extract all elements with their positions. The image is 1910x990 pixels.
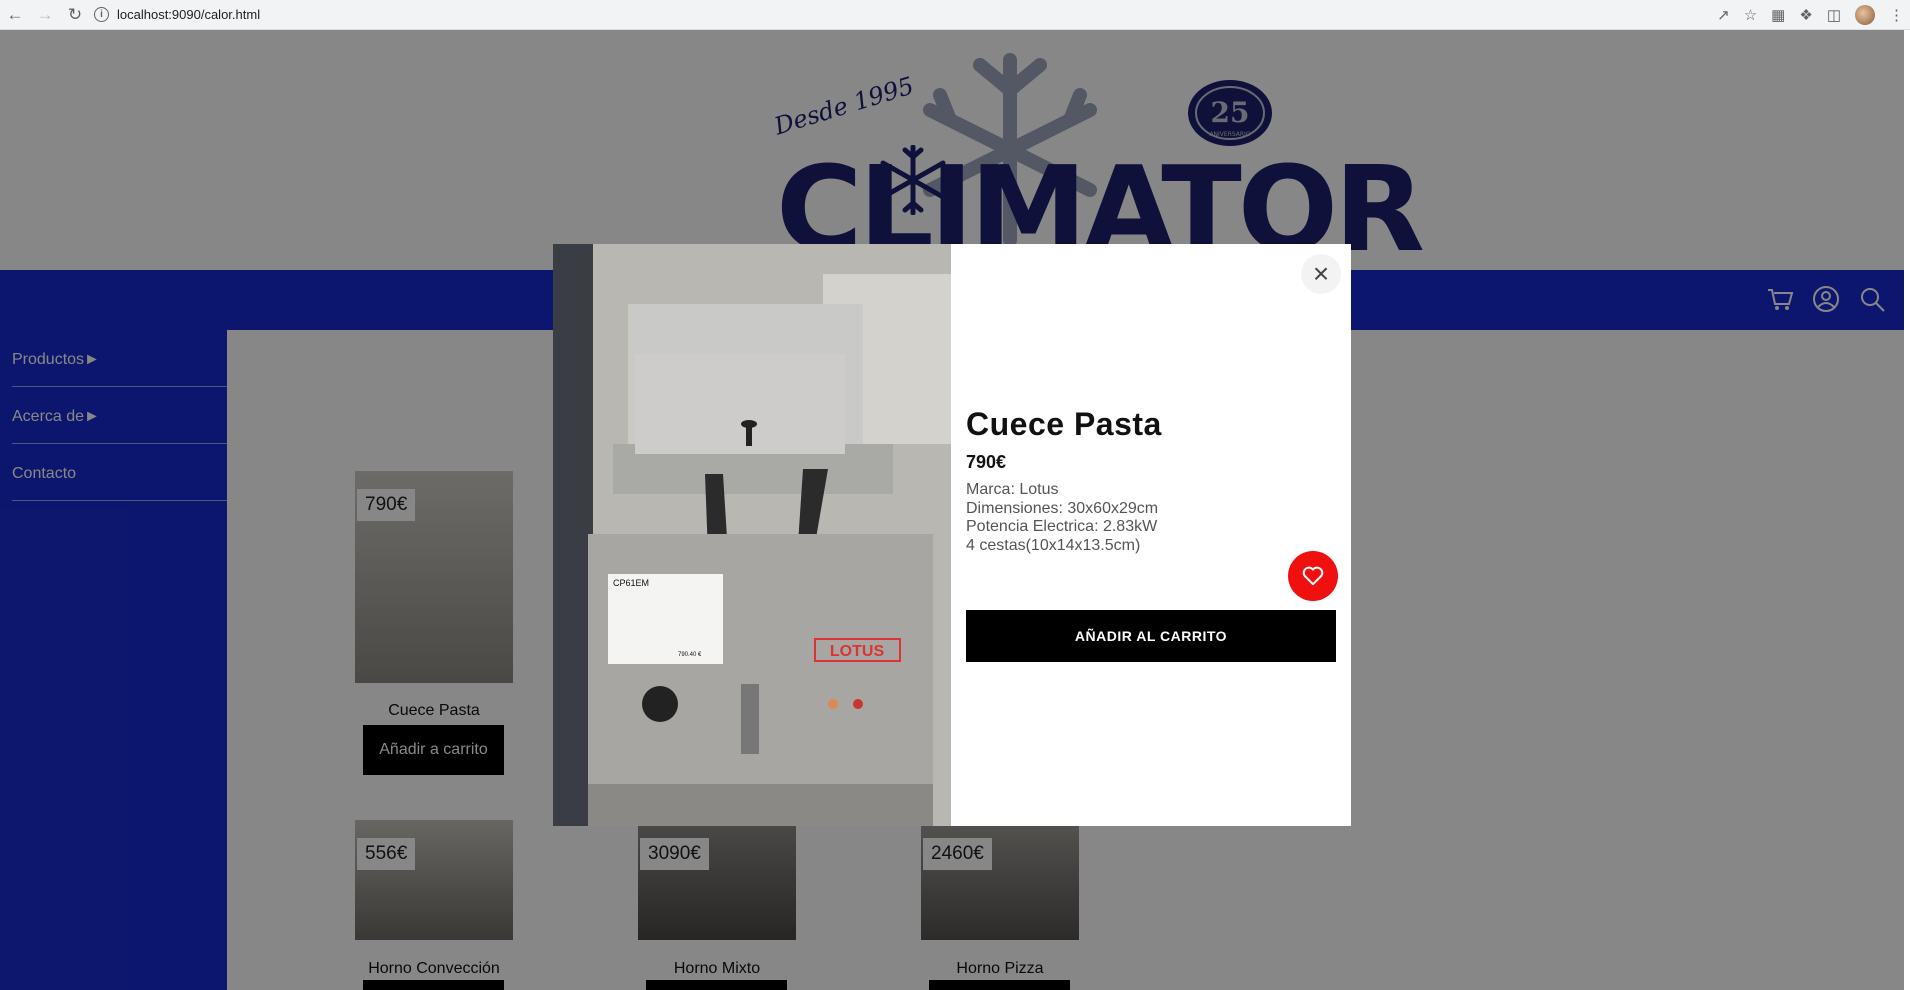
spec-brand: Marca: Lotus: [966, 481, 1059, 498]
url-text: localhost:9090/calor.html: [117, 7, 261, 22]
spec-baskets: 4 cestas(10x14x13.5cm): [966, 536, 1141, 554]
favorite-button[interactable]: [1288, 551, 1338, 601]
bookmark-star-icon[interactable]: ☆: [1744, 6, 1757, 24]
profile-avatar[interactable]: [1855, 5, 1875, 25]
product-modal: CP61EM 790.40 € LOTUS × Cuece Pasta 790€…: [553, 244, 1351, 826]
spec-dimensions: Dimensiones: 30x60x29cm: [966, 499, 1159, 517]
pasta-cooker-photo: CP61EM 790.40 € LOTUS: [553, 244, 951, 826]
back-icon[interactable]: ←: [0, 0, 30, 30]
side-panel-icon[interactable]: ◫: [1827, 6, 1841, 24]
heart-icon: [1302, 566, 1324, 586]
forward-icon[interactable]: →: [30, 0, 60, 30]
spec-power: Potencia Electrica: 2.83kW: [966, 518, 1158, 535]
site-info-icon[interactable]: i: [94, 7, 109, 22]
label-code: CP61EM: [613, 578, 649, 588]
label-price: 790.40 €: [678, 652, 702, 658]
modal-title: Cuece Pasta: [966, 406, 1162, 442]
extension-icon[interactable]: ▦: [1771, 6, 1785, 24]
lotus-logo: LOTUS: [830, 643, 885, 660]
address-bar[interactable]: i localhost:9090/calor.html: [94, 3, 260, 27]
puzzle-icon[interactable]: ❖: [1799, 6, 1812, 24]
modal-specs: Marca: Lotus Dimensiones: 30x60x29cm Pot…: [966, 481, 1158, 555]
modal-price: 790€: [966, 452, 1007, 472]
modal-product-image: CP61EM 790.40 € LOTUS: [553, 244, 951, 826]
modal-body: × Cuece Pasta 790€ Marca: Lotus Dimensio…: [951, 244, 1351, 826]
reload-icon[interactable]: ↻: [60, 0, 90, 30]
page-scrollbar[interactable]: [1904, 30, 1910, 990]
browser-toolbar: ← → ↻ i localhost:9090/calor.html ↗ ☆ ▦ …: [0, 0, 1910, 30]
menu-kebab-icon[interactable]: ⋮: [1889, 6, 1904, 24]
share-icon[interactable]: ↗: [1717, 6, 1730, 24]
close-icon[interactable]: ×: [1301, 254, 1341, 294]
add-to-cart-button[interactable]: AÑADIR AL CARRITO: [966, 610, 1336, 662]
